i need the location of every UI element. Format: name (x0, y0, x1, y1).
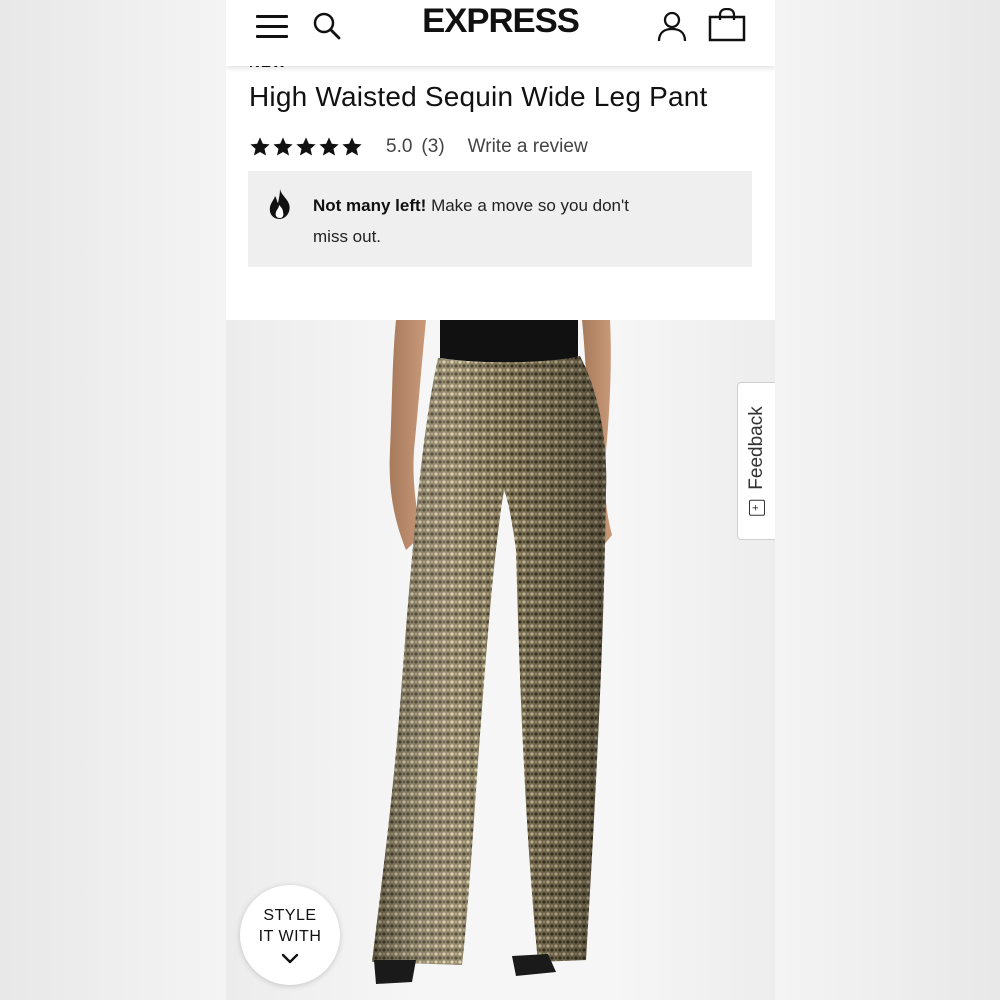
alert-message: Not many left! Make a move so you don't … (313, 190, 643, 252)
mobile-screen: EXPRESS NEW High Waisted Sequin Wide Leg… (226, 0, 775, 1000)
star-rating[interactable] (249, 136, 363, 158)
site-header: EXPRESS (226, 0, 775, 66)
style-it-with-button[interactable]: STYLE IT WITH (240, 885, 340, 985)
review-count[interactable]: (3) (421, 136, 444, 158)
fire-icon (269, 189, 290, 219)
low-stock-alert: Not many left! Make a move so you don't … (248, 171, 752, 267)
feedback-icon: + (749, 499, 765, 516)
style-it-with-line2: IT WITH (258, 928, 322, 945)
account-icon[interactable] (656, 10, 688, 42)
star-icon (319, 137, 339, 156)
write-review-link[interactable]: Write a review (468, 136, 588, 158)
feedback-tab[interactable]: + Feedback (737, 382, 775, 540)
alert-bold-text: Not many left! (313, 196, 427, 215)
left-backdrop (0, 0, 226, 1000)
product-title: High Waisted Sequin Wide Leg Pant (249, 81, 708, 112)
brand-logo[interactable]: EXPRESS (226, 2, 775, 41)
star-icon (273, 137, 293, 156)
feedback-label: Feedback (746, 406, 767, 490)
feedback-tab-content: + Feedback (746, 406, 768, 516)
chevron-down-icon (281, 953, 299, 964)
rating-value: 5.0 (386, 136, 413, 157)
rating-row: 5.0 (3) Write a review (249, 133, 588, 161)
style-it-with-line1: STYLE (263, 907, 317, 924)
shopping-bag-icon[interactable] (708, 8, 746, 42)
right-backdrop (774, 0, 1000, 1000)
star-icon (342, 137, 362, 156)
star-icon (296, 137, 316, 156)
star-icon (250, 137, 270, 156)
